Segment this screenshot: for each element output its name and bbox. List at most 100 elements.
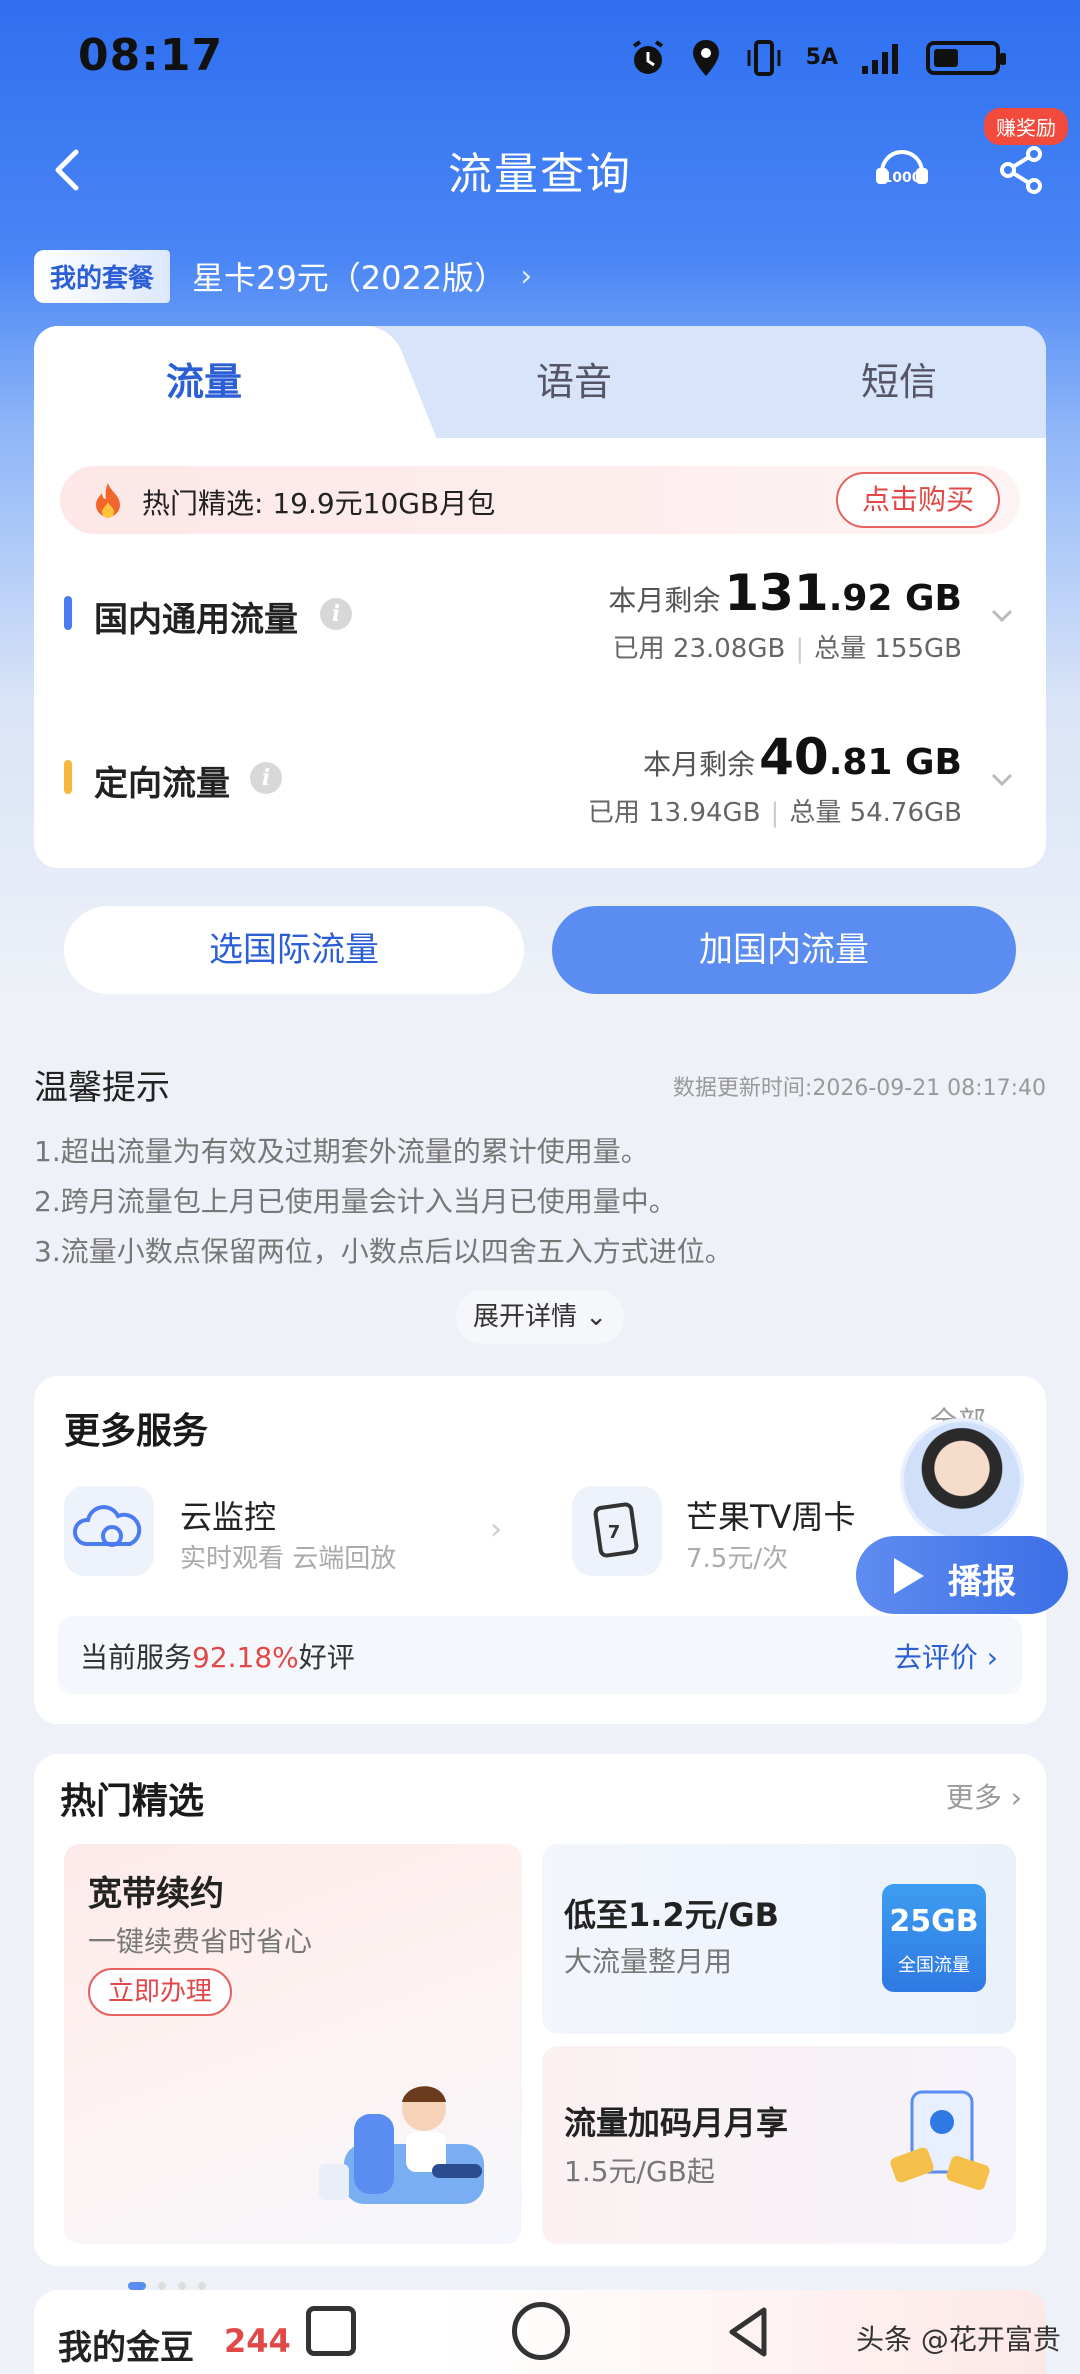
tab-voice[interactable]: 语音 bbox=[404, 326, 744, 438]
plan-tag: 我的套餐 bbox=[34, 249, 171, 303]
chevron-down-icon[interactable] bbox=[988, 766, 1016, 794]
hot-picks-card: 热门精选 更多 › 宽带续约 一键续费省时省心 立即办理 低至1.2元/GB 大… bbox=[34, 1754, 1046, 2290]
hot-title: 热门精选 bbox=[60, 1781, 205, 1822]
hot-more-label: 更多 bbox=[945, 1781, 1002, 1814]
total-amount: 总量 54.76GB bbox=[789, 798, 962, 828]
info-icon[interactable]: i bbox=[250, 762, 282, 794]
broadcast-label: 播报 bbox=[948, 1562, 1016, 1602]
info-icon[interactable]: i bbox=[320, 598, 352, 630]
sim-card-25gb-icon: 25GB 全国流量 bbox=[882, 1884, 986, 1992]
carousel-dot[interactable] bbox=[178, 2282, 186, 2290]
usage-row-directed[interactable]: 定向流量 i 本月剩余 40 .81 GB 已用 13.94GB | 总量 54.7… bbox=[34, 718, 1046, 838]
banner-sub: 大流量整月用 bbox=[564, 1945, 733, 1978]
tip-line: 2.跨月流量包上月已使用量会计入当月已使用量中。 bbox=[34, 1185, 677, 1218]
system-back-button[interactable] bbox=[720, 2302, 780, 2362]
banner-title: 流量加码月月享 bbox=[564, 2104, 789, 2142]
used-amount: 已用 13.94GB bbox=[587, 798, 761, 828]
promo-banner[interactable]: 热门精选: 19.9元10GB月包 点击购买 bbox=[60, 466, 1020, 534]
hot-more-link[interactable]: 更多 › bbox=[946, 1776, 1022, 1816]
buy-button[interactable]: 点击购买 bbox=[835, 472, 1000, 528]
usage-values: 本月剩余 131 .92 GB 已用 23.08GB | 总量 155GB bbox=[608, 564, 962, 665]
divider: | bbox=[795, 634, 805, 664]
vibrate-icon bbox=[747, 40, 781, 76]
tab-data-label: 流量 bbox=[165, 360, 242, 404]
carousel-dot[interactable] bbox=[158, 2282, 166, 2290]
banner-title: 低至1.2元/GB bbox=[564, 1896, 780, 1934]
expand-label: 展开详情 bbox=[472, 1302, 577, 1332]
remain-int: 131 bbox=[724, 564, 829, 622]
divider: | bbox=[770, 798, 780, 828]
promo-text: 热门精选: 19.9元10GB月包 bbox=[142, 487, 496, 520]
recent-apps-button[interactable] bbox=[306, 2306, 356, 2356]
usage-values: 本月剩余 40 .81 GB 已用 13.94GB | 总量 54.76GB bbox=[588, 728, 962, 829]
rating-percent: 92.18% bbox=[192, 1641, 299, 1674]
gold-label: 我的金豆 bbox=[58, 2328, 194, 2368]
fire-icon bbox=[96, 483, 120, 518]
share-icon[interactable] bbox=[992, 140, 1052, 200]
usage-tabs: 流量 语音 短信 bbox=[34, 326, 1046, 438]
data-boost-banner[interactable]: 流量加码月月享 1.5元/GB起 bbox=[542, 2046, 1016, 2244]
nav-bar: 流量查询 1000 赚奖励 bbox=[0, 108, 1080, 218]
remain-label: 本月剩余 bbox=[643, 748, 756, 781]
chevron-right-icon: › bbox=[986, 1641, 998, 1674]
chevron-down-icon: ⌄ bbox=[585, 1302, 608, 1332]
customer-service-1000-icon[interactable]: 1000 bbox=[870, 138, 934, 202]
rating-bar[interactable]: 当前服务92.18%好评 去评价 › bbox=[58, 1616, 1022, 1694]
service-name[interactable]: 云监控 bbox=[180, 1492, 276, 1538]
person-on-sofa-illustration bbox=[319, 2086, 484, 2204]
usage-name: 国内通用流量 bbox=[94, 600, 298, 640]
remain-dec: .92 GB bbox=[828, 578, 962, 619]
rating-text: 当前服务92.18%好评 bbox=[80, 1636, 355, 1676]
usage-row-general[interactable]: 国内通用流量 i 本月剩余 131 .92 GB 已用 23.08GB | 总量 1… bbox=[34, 554, 1046, 674]
svg-text:1000: 1000 bbox=[883, 170, 922, 186]
plan-row[interactable]: 我的套餐 星卡29元（2022版） › bbox=[34, 248, 532, 304]
services-title: 更多服务 bbox=[64, 1411, 209, 1452]
chevron-right-icon: › bbox=[520, 258, 533, 294]
remain-dec: .81 GB bbox=[828, 742, 962, 783]
data-deal-banner[interactable]: 低至1.2元/GB 大流量整月用 25GB 全国流量 bbox=[542, 1844, 1016, 2034]
intl-data-button[interactable]: 选国际流量 bbox=[64, 906, 524, 994]
row-color-bar bbox=[64, 760, 72, 794]
banner-title: 宽带续约 bbox=[88, 1874, 224, 1914]
apply-now-button[interactable]: 立即办理 bbox=[88, 1968, 233, 2016]
rating-prefix: 当前服务 bbox=[80, 1641, 193, 1674]
add-domestic-data-button[interactable]: 加国内流量 bbox=[552, 906, 1016, 994]
rate-link-label: 去评价 bbox=[893, 1641, 978, 1674]
gold-value: 244 bbox=[224, 2322, 291, 2360]
badge-small: 全国流量 bbox=[898, 1955, 970, 1976]
remain-label: 本月剩余 bbox=[608, 584, 721, 617]
status-bar: 08:17 5A bbox=[0, 0, 1080, 120]
home-button[interactable] bbox=[512, 2302, 570, 2360]
svg-text:7: 7 bbox=[608, 1522, 621, 1543]
total-amount: 总量 155GB bbox=[814, 634, 962, 664]
tv-card-icon[interactable]: 7 bbox=[572, 1486, 662, 1576]
watermark: 头条 @花开富贵 bbox=[856, 2323, 1061, 2356]
network-type: 5A bbox=[805, 45, 838, 70]
banner-sub: 一键续费省时省心 bbox=[88, 1925, 313, 1958]
tab-data[interactable]: 流量 bbox=[34, 326, 374, 438]
rate-link[interactable]: 去评价 › bbox=[894, 1636, 998, 1676]
data-package-icon bbox=[890, 2090, 990, 2190]
tab-sms[interactable]: 短信 bbox=[754, 326, 1044, 438]
assistant-avatar[interactable] bbox=[900, 1418, 1024, 1542]
alarm-icon bbox=[632, 40, 663, 74]
chevron-down-icon[interactable] bbox=[988, 602, 1016, 630]
battery-icon bbox=[926, 41, 1006, 75]
tip-line: 1.超出流量为有效及过期套外流量的累计使用量。 bbox=[34, 1135, 649, 1168]
used-amount: 已用 23.08GB bbox=[612, 634, 786, 664]
usage-card: 流量 语音 短信 热门精选: 19.9元10GB月包 点击购买 国内通用流量 i… bbox=[34, 326, 1046, 868]
location-icon bbox=[692, 40, 719, 76]
broadcast-button[interactable]: 播报 bbox=[856, 1536, 1068, 1614]
expand-details-button[interactable]: 展开详情 ⌄ bbox=[456, 1290, 624, 1344]
service-sub: 7.5元/次 bbox=[686, 1544, 789, 1574]
service-name[interactable]: 芒果TV周卡 bbox=[686, 1492, 855, 1538]
row-color-bar bbox=[64, 596, 72, 630]
carousel-dot[interactable] bbox=[198, 2282, 206, 2290]
status-icons: 5A bbox=[628, 38, 1006, 78]
carousel-dot[interactable] bbox=[128, 2282, 146, 2290]
badge-big: 25GB bbox=[889, 1904, 979, 1939]
cloud-camera-icon[interactable] bbox=[64, 1486, 154, 1576]
service-sub: 实时观看 云端回放 bbox=[180, 1544, 397, 1574]
broadband-renew-banner[interactable]: 宽带续约 一键续费省时省心 立即办理 bbox=[64, 1844, 522, 2290]
update-time: 数据更新时间:2026-09-21 08:17:40 bbox=[672, 1076, 1046, 1101]
